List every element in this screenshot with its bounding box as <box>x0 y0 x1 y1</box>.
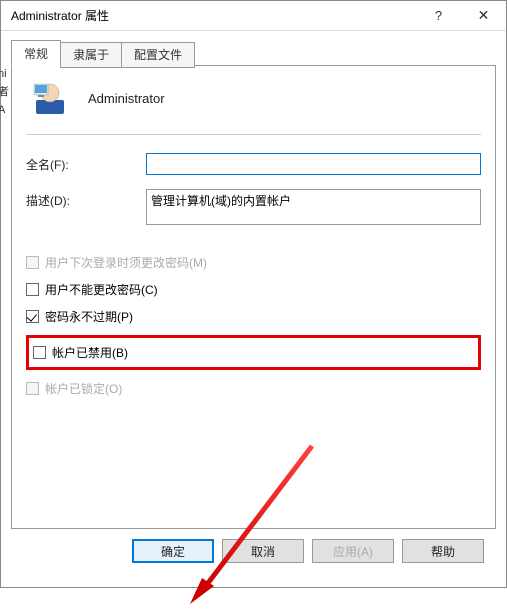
help-button-footer[interactable]: 帮助 <box>402 539 484 563</box>
arrow-annotation <box>182 436 342 611</box>
header-row: Administrator <box>26 80 481 116</box>
dialog-footer: 确定 取消 应用(A) 帮助 <box>11 529 496 577</box>
checkbox-cannotchange[interactable] <box>26 283 39 296</box>
fullname-input[interactable] <box>146 153 481 175</box>
tab-general[interactable]: 常规 <box>11 40 61 66</box>
checkbox-neverexpire-label: 密码永不过期(P) <box>45 308 133 325</box>
checkbox-locked <box>26 382 39 395</box>
tab-strip: 常规 隶属于 配置文件 <box>11 40 496 66</box>
checkbox-locked-row: 帐户已锁定(O) <box>26 380 481 397</box>
checkbox-disabled-label: 帐户已禁用(B) <box>52 344 128 361</box>
help-button[interactable]: ? <box>416 1 461 30</box>
properties-dialog: Administrator 属性 ? ✕ 常规 隶属于 配置文件 <box>0 0 507 588</box>
fullname-row: 全名(F): <box>26 153 481 175</box>
ok-button[interactable]: 确定 <box>132 539 214 563</box>
divider <box>26 134 481 135</box>
fullname-label: 全名(F): <box>26 153 146 173</box>
window-title: Administrator 属性 <box>11 7 416 24</box>
tab-profile[interactable]: 配置文件 <box>121 42 195 68</box>
description-input-wrap: 管理计算机(域)的内置帐户 <box>146 189 481 228</box>
checkbox-disabled-row[interactable]: 帐户已禁用(B) <box>33 344 474 361</box>
close-button[interactable]: ✕ <box>461 1 506 30</box>
cancel-button[interactable]: 取消 <box>222 539 304 563</box>
account-name: Administrator <box>88 91 165 106</box>
checkbox-neverexpire-row[interactable]: 密码永不过期(P) <box>26 308 481 325</box>
checkbox-locked-label: 帐户已锁定(O) <box>45 380 122 397</box>
description-row: 描述(D): 管理计算机(域)的内置帐户 <box>26 189 481 228</box>
user-icon <box>32 80 68 116</box>
description-label: 描述(D): <box>26 189 146 209</box>
titlebar-buttons: ? ✕ <box>416 1 506 30</box>
checkbox-mustchange-row: 用户下次登录时须更改密码(M) <box>26 254 481 271</box>
description-input[interactable]: 管理计算机(域)的内置帐户 <box>146 189 481 225</box>
titlebar: Administrator 属性 ? ✕ <box>1 1 506 31</box>
highlight-annotation: 帐户已禁用(B) <box>26 335 481 370</box>
left-edge-fragment: ni 者 A <box>0 65 9 119</box>
checkbox-cannotchange-row[interactable]: 用户不能更改密码(C) <box>26 281 481 298</box>
dialog-content: 常规 隶属于 配置文件 Administrator 全名 <box>1 31 506 587</box>
checkbox-neverexpire[interactable] <box>26 310 39 323</box>
apply-button[interactable]: 应用(A) <box>312 539 394 563</box>
tab-memberof[interactable]: 隶属于 <box>60 42 122 68</box>
checkbox-mustchange-label: 用户下次登录时须更改密码(M) <box>45 254 207 271</box>
checkbox-mustchange <box>26 256 39 269</box>
checkbox-disabled[interactable] <box>33 346 46 359</box>
checkbox-cannotchange-label: 用户不能更改密码(C) <box>45 281 158 298</box>
tab-panel-general: Administrator 全名(F): 描述(D): 管理计算机(域)的内置帐… <box>11 65 496 529</box>
fullname-input-wrap <box>146 153 481 175</box>
